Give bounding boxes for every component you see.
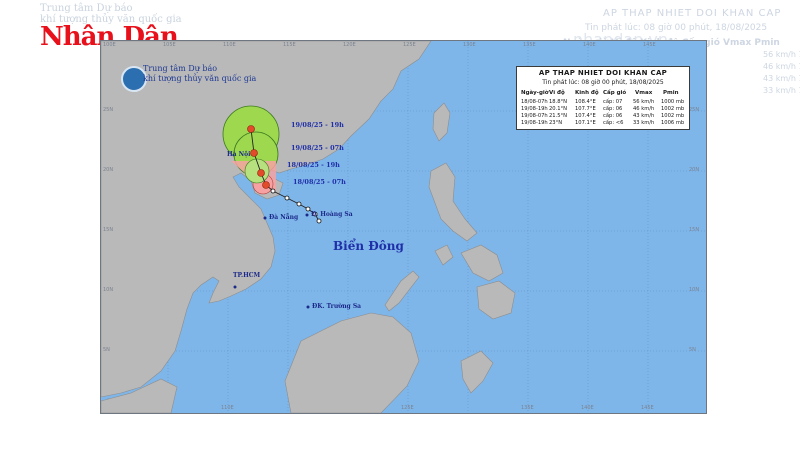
legend-title: AP THAP NHIET DOI KHAN CAP — [538, 69, 668, 77]
lon-tick: 100E — [103, 42, 116, 48]
legend-cell: cấp: 07 — [603, 99, 623, 105]
legend-cell: 107.1°E — [575, 120, 596, 126]
lon-tick: 140E — [583, 42, 596, 48]
legend-subtitle: Tin phát lúc: 08 giờ 00 phút, 18/08/2025 — [542, 79, 664, 86]
legend-cell: 107.7°E — [575, 106, 596, 112]
legend-cell: 18/08-07h — [521, 99, 548, 105]
legend-cell: 19/08-19h — [521, 106, 548, 112]
legend-header: Vmax — [635, 90, 653, 96]
city-hanoi: Hà Nội — [227, 151, 251, 158]
lon-tick-bottom: 110E — [221, 405, 234, 411]
legend-cell: cấp: 06 — [603, 113, 623, 119]
legend-cell: cấp: <6 — [603, 120, 624, 126]
legend-cell: 19/08-19h — [521, 120, 548, 126]
lat-tick: 15N — [103, 227, 114, 233]
sea-label: Biển Đông — [333, 239, 404, 253]
island-hoangsa: Đ. Hoàng Sa — [311, 211, 353, 218]
legend-cell: 18.8°N — [549, 99, 568, 105]
lat-tick-right: 5N — [689, 347, 696, 353]
lat-tick: 10N — [103, 287, 114, 293]
legend-header: Pmin — [663, 90, 679, 96]
lat-tick: 20N — [103, 167, 114, 173]
legend-cell: 23°N — [549, 120, 563, 126]
lon-tick: 105E — [163, 42, 176, 48]
lon-tick: 110E — [223, 42, 236, 48]
lon-tick-bottom: 135E — [521, 405, 534, 411]
legend-header: Kinh độ — [575, 90, 599, 96]
legend-header: Ngày-giờ — [521, 90, 549, 96]
lon-tick-bottom: 145E — [641, 405, 654, 411]
faded-table-title: AP THAP NHIET DOI KHAN CAP — [603, 8, 782, 19]
track-label: 19/08/25 - 07h — [291, 144, 344, 152]
land-mass — [101, 41, 516, 413]
storm-forecast-map: 100E 105E 110E 115E 120E 125E 130E 135E … — [100, 40, 707, 414]
faded-table-row: 46 km/h 1002 mb — [763, 62, 800, 71]
lon-tick: 120E — [343, 42, 356, 48]
legend-cell: 108.4°E — [575, 99, 596, 105]
legend-header: Cấp gió — [603, 90, 627, 96]
legend-cell: 1002 mb — [661, 106, 685, 112]
agency-name-line-2: khí tượng thủy văn quốc gia — [143, 74, 257, 83]
lon-tick: 130E — [463, 42, 476, 48]
lat-tick: 25N — [103, 107, 114, 113]
lon-tick: 125E — [403, 42, 416, 48]
legend-cell: 21.5°N — [549, 113, 568, 119]
lon-tick-bottom: 140E — [581, 405, 594, 411]
lat-tick-right: 10N — [689, 287, 700, 293]
legend-cell: 43 km/h — [633, 113, 655, 119]
legend-cell: 46 km/h — [633, 106, 655, 112]
lat-tick-right: 15N — [689, 227, 700, 233]
agency-name: Trung tâm Dự báo khí tượng thủy văn quốc… — [143, 64, 256, 84]
legend-cell: 56 km/h — [633, 99, 655, 105]
city-hcm: TP.HCM — [233, 272, 261, 279]
forecast-legend: AP THAP NHIET DOI KHAN CAP Tin phát lúc:… — [516, 66, 690, 130]
lon-tick: 145E — [643, 42, 656, 48]
faded-table-subtitle: Tin phát lúc: 08 giờ 00 phút, 18/08/2025 — [585, 23, 768, 33]
lat-tick: 5N — [103, 347, 110, 353]
agency-name-line-1: Trung tâm Dự báo — [143, 64, 218, 73]
legend-header: Vĩ độ — [549, 90, 565, 96]
faded-table-row: 56 km/h 1000 mb — [763, 50, 800, 59]
faded-caption-line-1: Trung tâm Dự báo — [40, 3, 133, 14]
faded-table-row: 43 km/h 1002 mb — [763, 74, 800, 83]
island-truongsa: ĐK. Trường Sa — [312, 303, 362, 310]
lon-tick: 135E — [523, 42, 536, 48]
lat-tick-right: 25N — [689, 107, 700, 113]
legend-cell: 20.1°N — [549, 106, 568, 112]
legend-cell: cấp: 06 — [603, 106, 623, 112]
legend-cell: 19/08-07h — [521, 113, 548, 119]
legend-cell: 1000 mb — [661, 99, 685, 105]
city-danang: Đà Nẵng — [269, 214, 299, 221]
track-label: 19/08/25 - 19h — [291, 121, 344, 129]
legend-cell: 1006 mb — [661, 120, 685, 126]
lon-tick-bottom: 125E — [401, 405, 414, 411]
track-label: 18/08/25 - 07h — [293, 178, 346, 186]
lon-tick: 115E — [283, 42, 296, 48]
legend-cell: 33 km/h — [633, 120, 655, 126]
track-label: 18/08/25 - 19h — [287, 161, 340, 169]
legend-cell: 107.4°E — [575, 113, 596, 119]
legend-cell: 1002 mb — [661, 113, 685, 119]
lat-tick-right: 20N — [689, 167, 700, 173]
faded-table-row: 33 km/h 1006 mb — [763, 86, 800, 95]
